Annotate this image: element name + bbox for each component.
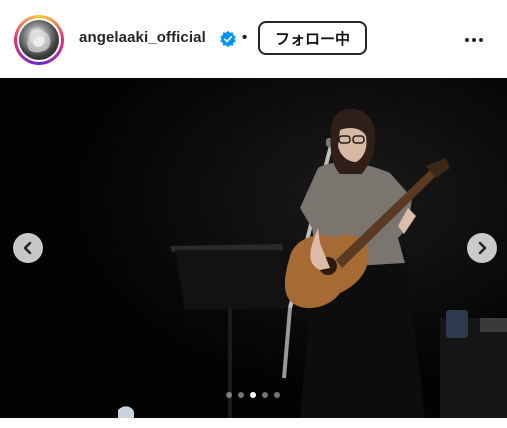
following-button[interactable]: フォロー中 — [258, 21, 367, 55]
post-header: angelaaki_official • フォロー中 — [0, 0, 507, 78]
carousel-dot-active — [250, 392, 256, 398]
next-image-button[interactable] — [467, 233, 497, 263]
carousel-dot — [262, 392, 268, 398]
carousel-dot — [274, 392, 280, 398]
concert-photo-image — [0, 78, 507, 418]
separator-dot: • — [242, 29, 248, 46]
avatar[interactable] — [19, 20, 59, 60]
username-link[interactable]: angelaaki_official — [79, 29, 206, 46]
more-options-icon[interactable] — [462, 33, 486, 47]
carousel-dot — [238, 392, 244, 398]
post-footer-edge — [0, 418, 507, 428]
carousel-dot — [226, 392, 232, 398]
chevron-left-icon — [23, 241, 32, 255]
post-photo[interactable] — [0, 78, 507, 418]
previous-image-button[interactable] — [13, 233, 43, 263]
story-ring[interactable] — [14, 15, 64, 65]
verified-badge-icon — [220, 30, 236, 48]
chevron-right-icon — [478, 241, 487, 255]
